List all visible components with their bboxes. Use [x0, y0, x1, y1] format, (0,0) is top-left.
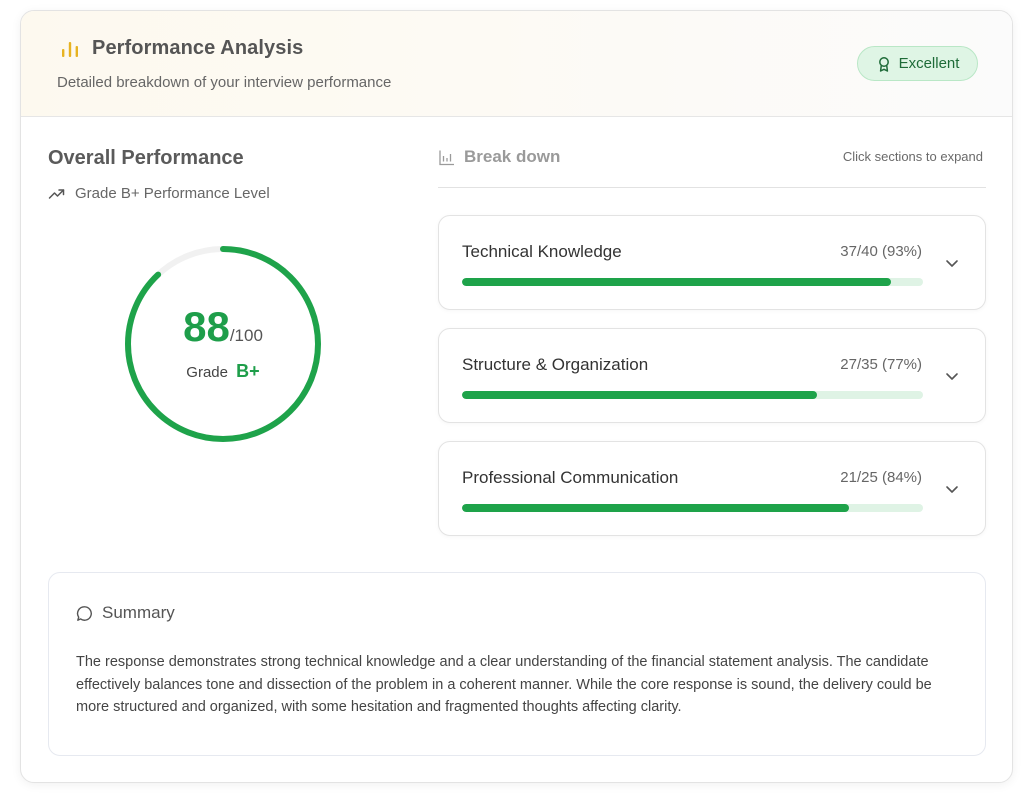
section-professional-communication[interactable]: Professional Communication 21/25 (84%) — [438, 441, 986, 536]
award-icon — [878, 56, 889, 72]
breakdown-hint: Click sections to expand — [842, 149, 983, 164]
performance-card: Performance Analysis Detailed breakdown … — [20, 10, 1013, 783]
progress-fill — [462, 391, 817, 399]
progress-track — [462, 391, 923, 399]
progress-track — [462, 504, 923, 512]
summary-panel: Summary The response demonstrates strong… — [48, 572, 986, 756]
score-value: 88/100 — [123, 303, 323, 351]
card-header: Performance Analysis Detailed breakdown … — [21, 11, 1012, 117]
score-number: 88 — [183, 303, 230, 350]
summary-title: Summary — [102, 603, 175, 622]
page-subtitle: Detailed breakdown of your interview per… — [57, 74, 392, 91]
divider — [438, 187, 986, 188]
overall-title: Overall Performance — [48, 147, 244, 169]
progress-fill — [462, 504, 850, 512]
chevron-down-icon[interactable] — [944, 255, 960, 271]
score-grade-value: B+ — [236, 361, 260, 381]
chevron-down-icon[interactable] — [944, 481, 960, 497]
message-circle-icon — [76, 605, 92, 621]
section-structure-organization[interactable]: Structure & Organization 27/35 (77%) — [438, 328, 986, 423]
chevron-down-icon[interactable] — [944, 368, 960, 384]
section-score: 27/35 (77%) — [840, 356, 922, 373]
score-grade-label: Grade — [186, 364, 228, 381]
page-title: Performance Analysis — [92, 37, 304, 59]
section-score: 21/25 (84%) — [840, 469, 922, 486]
bar-chart-icon — [62, 42, 78, 57]
grade-line: Grade B+ Performance Level — [48, 185, 270, 202]
score-max: /100 — [229, 326, 263, 345]
summary-header: Summary — [76, 603, 175, 623]
progress-track — [462, 278, 923, 286]
section-name: Structure & Organization — [462, 355, 649, 374]
section-name: Technical Knowledge — [462, 242, 622, 261]
breakdown-title: Break down — [464, 147, 561, 166]
status-badge-label: Excellent — [898, 55, 960, 72]
summary-text: The response demonstrates strong technic… — [76, 654, 932, 715]
section-name: Professional Communication — [462, 468, 679, 487]
trending-up-icon — [48, 189, 65, 199]
section-score: 37/40 (93%) — [840, 243, 922, 260]
progress-fill — [462, 278, 891, 286]
score-grade: Grade B+ — [123, 361, 323, 382]
status-badge: Excellent — [857, 46, 978, 81]
bar-chart-icon — [439, 150, 454, 166]
grade-line-text: Grade B+ Performance Level — [75, 185, 270, 202]
section-technical-knowledge[interactable]: Technical Knowledge 37/40 (93%) — [438, 215, 986, 310]
